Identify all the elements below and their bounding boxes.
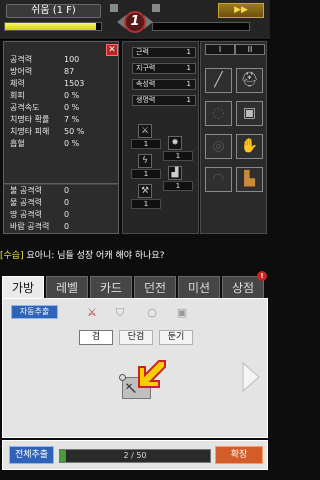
necklace-slot[interactable]: ◎ (205, 134, 232, 159)
stat-value: 0 % (64, 103, 80, 112)
extract-all-button[interactable]: 전체추출 (9, 446, 54, 464)
weapon-sub-tabs: 검 단검 둔기 (79, 330, 199, 345)
burst-skill-icon[interactable]: ✸ (168, 136, 182, 150)
castle-skill-icon[interactable]: ▟ (168, 166, 182, 180)
tab-2[interactable]: 카드 (90, 276, 132, 298)
shield-filter-icon[interactable]: ⛉ (113, 307, 127, 319)
capacity-text: 2 / 50 (123, 451, 147, 460)
expand-button[interactable]: 확장 (215, 446, 263, 464)
element-stat-value: 0 (64, 222, 70, 231)
tab-0[interactable]: 가방 (2, 276, 44, 298)
sub-tab-sword[interactable]: 검 (79, 330, 113, 345)
stat-value: 87 (64, 67, 75, 76)
ring-filter-icon[interactable]: ○ (145, 307, 159, 319)
attribute-box[interactable]: 생명력 1 (132, 95, 196, 106)
glove-slot[interactable]: ✋ (236, 134, 263, 159)
weapon-slot[interactable]: ╱ (205, 68, 232, 93)
element-stat-value: 0 (64, 186, 70, 195)
equip-tab-2[interactable]: II (235, 44, 265, 55)
belt-slot[interactable]: ◠ (205, 167, 232, 192)
chat-message: 요아니: 님들 성장 어캐 해야 하나요? (23, 251, 165, 261)
sword-filter-icon[interactable]: ⚔ (85, 307, 99, 319)
top-status-bar: 쉬움 (1 F) 1 ▶▶ (0, 0, 270, 40)
sub-tab-blunt[interactable]: 둔기 (159, 330, 193, 345)
stage-label: 쉬움 (1 F) (6, 4, 101, 18)
stat-value: 0 % (64, 139, 80, 148)
skill-level: 1 (163, 181, 193, 191)
mp-bar (152, 22, 250, 31)
boots-slot[interactable]: ▙ (236, 167, 263, 192)
inventory-area: 자동추출 ⚔ ⛉ ○ ▣ 검 단검 둔기 † (2, 298, 268, 438)
armor-slot[interactable]: ▣ (236, 101, 263, 126)
skill-level: 1 (131, 199, 161, 209)
element-stat-value: 0 (64, 210, 70, 219)
hp-bar-fill (5, 23, 97, 30)
stat-label: 흡혈 (10, 139, 25, 148)
element-stat-label: 바람 공격력 (10, 222, 50, 231)
stat-value: 100 (64, 55, 80, 64)
stat-value: 50 % (64, 127, 85, 136)
stat-label: 회피 (10, 91, 25, 100)
attribute-name: 지구력 (136, 64, 156, 72)
ring-slot[interactable]: ◌ (205, 101, 232, 126)
level-number: 1 (124, 11, 146, 33)
attribute-box[interactable]: 속성력 1 (132, 79, 196, 90)
stat-value: 7 % (64, 115, 80, 124)
notification-badge: ! (257, 271, 267, 281)
sub-tab-dagger[interactable]: 단검 (119, 330, 153, 345)
helmet-slot[interactable]: ⛑ (236, 68, 263, 93)
chat-line[interactable]: [수습] 요아니: 님들 성장 어캐 해야 하나요? (0, 248, 270, 262)
armor-filter-icon[interactable]: ▣ (175, 307, 189, 319)
equip-tab-1[interactable]: I (205, 44, 235, 55)
auto-extract-button[interactable]: 자동추출 (11, 305, 58, 319)
next-page-arrow-icon[interactable] (241, 361, 261, 393)
attribute-value: 1 (186, 96, 191, 104)
equipment-panel: I II ╱ ⛑ ◌ ▣ ◎ ✋ ◠ ▙ (200, 41, 267, 234)
skill-level: 1 (131, 169, 161, 179)
element-stat-label: 땅 공격력 (10, 210, 42, 219)
element-stat-label: 물 공격력 (10, 198, 42, 207)
sword-skill-icon[interactable]: ⚔ (138, 124, 152, 138)
tab-1[interactable]: 레벨 (46, 276, 88, 298)
chat-tag: [수습] (0, 251, 24, 261)
speed-button[interactable]: ▶▶ (218, 3, 264, 18)
attribute-panel: 근력 1 지구력 1 속성력 1 생명력 1 ⚔ 1 ✸ 1 ϟ 1 ▟ 1 ⚒ 1 (122, 41, 199, 234)
element-stat-label: 불 공격력 (10, 186, 42, 195)
tab-4[interactable]: 미션 (178, 276, 220, 298)
element-stat-value: 0 (64, 198, 70, 207)
attribute-value: 1 (186, 48, 191, 56)
stat-label: 체력 (10, 79, 25, 88)
stat-label: 치명타 확률 (10, 115, 50, 124)
attribute-box[interactable]: 근력 1 (132, 47, 196, 58)
tab-3[interactable]: 던전 (134, 276, 176, 298)
attribute-value: 1 (186, 64, 191, 72)
stats-panel: ✕ 공격력 100 방어력 87 체력 1503 회피 0 % 공격속도 0 % 치명타 확률 7 %… (3, 41, 119, 184)
capacity-bar: 2 / 50 (59, 449, 211, 463)
attribute-name: 생명력 (136, 96, 156, 104)
lightning-skill-icon[interactable]: ϟ (138, 154, 152, 168)
attribute-name: 근력 (136, 48, 149, 56)
stat-label: 공격력 (10, 55, 33, 64)
attribute-box[interactable]: 지구력 1 (132, 63, 196, 74)
tutorial-arrow-icon (138, 360, 166, 388)
attribute-value: 1 (186, 80, 191, 88)
hp-bar (4, 22, 102, 31)
level-badge: 1 (117, 6, 153, 38)
stat-value: 0 % (64, 91, 80, 100)
element-stats-panel: 불 공격력 0 물 공격력 0 땅 공격력 0 바람 공격력 0 (3, 184, 119, 234)
stat-label: 공격속도 (10, 103, 40, 112)
skill-level: 1 (131, 139, 161, 149)
pickaxe-skill-icon[interactable]: ⚒ (138, 184, 152, 198)
mp-cap-icon (152, 4, 160, 12)
main-tabs: 가방 레벨 카드 던전 미션 상점 (2, 276, 268, 298)
attribute-name: 속성력 (136, 80, 156, 88)
stat-value: 1503 (64, 79, 85, 88)
stat-label: 방어력 (10, 67, 33, 76)
skill-level: 1 (163, 151, 193, 161)
bottom-bar: 전체추출 2 / 50 확장 (2, 440, 268, 470)
stat-label: 치명타 피해 (10, 127, 50, 136)
